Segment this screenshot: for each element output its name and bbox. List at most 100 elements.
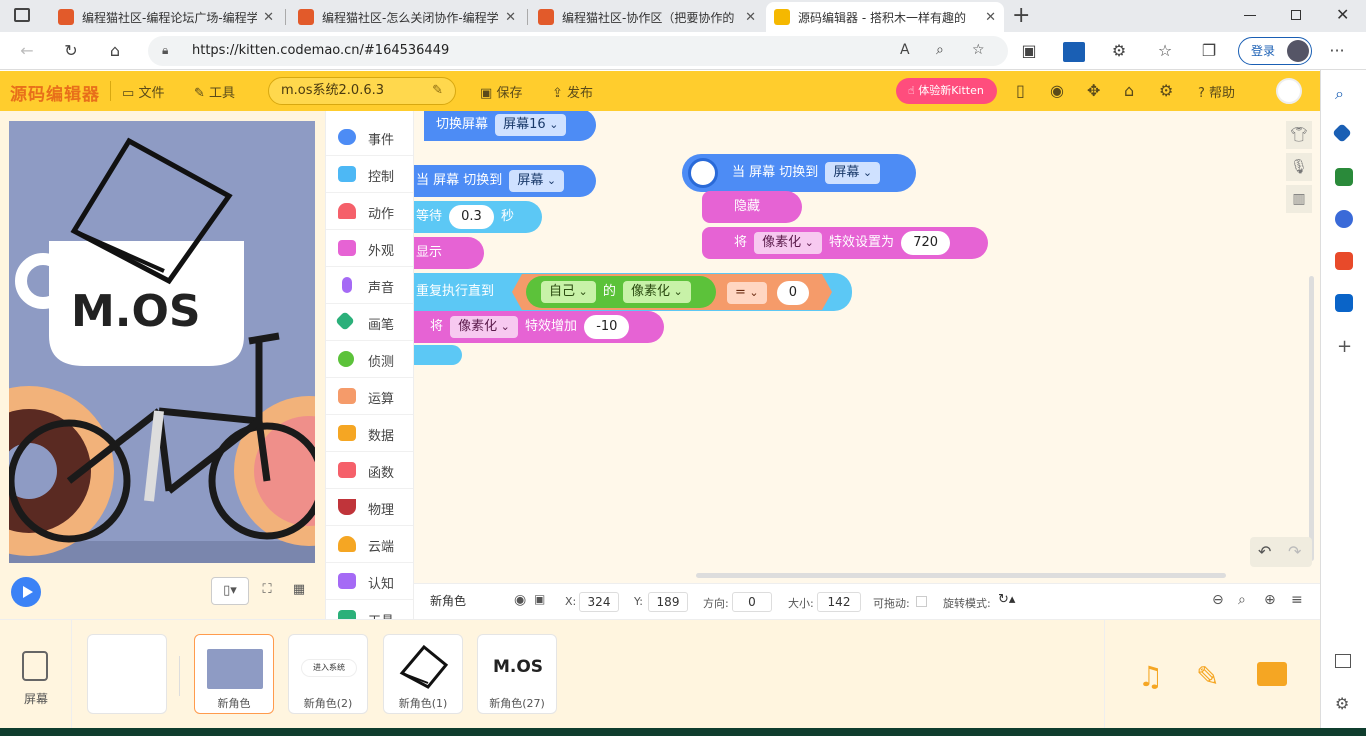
x-input[interactable]: 324 — [579, 592, 619, 612]
shopping-tag-icon[interactable] — [1332, 123, 1352, 143]
eye-icon[interactable]: ◉ — [1050, 81, 1064, 100]
browser-tab-2[interactable]: 编程猫社区-怎么关闭协作-编程学 ✕ — [290, 2, 524, 32]
favorites-icon[interactable]: ☆ — [1154, 40, 1176, 62]
device-icon[interactable]: ▯ — [1016, 81, 1025, 100]
home-icon[interactable]: ⌂ — [104, 40, 126, 62]
draggable-checkbox[interactable] — [916, 596, 927, 607]
try-new-kitten-button[interactable]: ☝︎ 体验新Kitten — [896, 78, 997, 104]
more-icon[interactable]: ··· — [1326, 40, 1348, 62]
stage-canvas[interactable]: M.OS — [9, 121, 315, 563]
increase-input[interactable]: -10 — [584, 314, 630, 339]
outlook-icon[interactable] — [1335, 294, 1353, 312]
switch-screen-block[interactable]: 切换屏幕 屏幕16 — [424, 111, 596, 141]
close-tab-icon[interactable]: ✕ — [505, 10, 516, 25]
games-icon[interactable] — [1335, 210, 1353, 228]
screen-panel[interactable]: 屏幕 — [0, 620, 72, 729]
category-sensing[interactable]: 侦测 — [326, 341, 413, 378]
music-icon[interactable]: ♫ — [1138, 660, 1163, 693]
rotation-mode-dropdown[interactable]: ↻▴ — [998, 592, 1015, 607]
sprite-item-1[interactable]: 新角色 — [194, 634, 274, 714]
visibility-eye-icon[interactable]: ◉ — [514, 592, 526, 608]
code-workspace[interactable]: 切换屏幕 屏幕16 当 屏幕 切换到 屏幕 等待 0.3 秒 显示 重复执行直到… — [414, 111, 1320, 583]
category-events[interactable]: 事件 — [326, 119, 413, 156]
category-operators[interactable]: 运算 — [326, 378, 413, 415]
save-button[interactable]: ▣ 保存 — [480, 82, 522, 101]
back-icon[interactable]: ← — [16, 40, 38, 62]
zoom-icon[interactable]: ⌕ — [936, 42, 944, 58]
office-icon[interactable] — [1335, 252, 1353, 270]
new-tab-button[interactable]: + — [1012, 3, 1030, 28]
close-tab-icon[interactable]: ✕ — [263, 10, 274, 25]
vertical-scrollbar[interactable] — [1309, 276, 1314, 561]
microphone-icon[interactable]: 🎙︎ — [1286, 153, 1312, 181]
sprite-item-blank[interactable] — [87, 634, 167, 714]
close-tab-icon[interactable]: ✕ — [745, 10, 756, 25]
browser-tab-3[interactable]: 编程猫社区-协作区（把要协作的 ✕ — [530, 2, 764, 32]
file-menu[interactable]: ▭ 文件 — [122, 82, 164, 101]
wait-block[interactable]: 等待 0.3 秒 — [414, 201, 542, 233]
minimize-icon[interactable] — [1244, 15, 1256, 16]
refresh-icon[interactable]: ↻ — [60, 40, 82, 62]
play-button[interactable] — [11, 577, 41, 607]
close-window-icon[interactable]: ✕ — [1336, 5, 1349, 24]
url-field[interactable]: 🔒︎ https://kitten.codemao.cn/#164536449 … — [148, 36, 1008, 66]
category-pen[interactable]: 画笔 — [326, 304, 413, 341]
object-dropdown[interactable]: 自己 — [541, 280, 596, 303]
sprite-item-4[interactable]: M.OS 新角色(27) — [477, 634, 557, 714]
costume-shirt-icon[interactable]: 👕︎ — [1286, 121, 1312, 149]
category-motion[interactable]: 动作 — [326, 193, 413, 230]
wait-input[interactable]: 0.3 — [449, 204, 494, 229]
screen-dropdown[interactable]: 屏幕 — [509, 169, 565, 192]
chart-icon[interactable]: ▥ — [1286, 185, 1312, 213]
category-looks[interactable]: 外观 — [326, 230, 413, 267]
compare-input[interactable]: 0 — [776, 280, 810, 305]
effect-dropdown[interactable]: 像素化 — [450, 315, 518, 338]
set-value-input[interactable]: 720 — [901, 230, 951, 255]
category-physics[interactable]: 物理 — [326, 489, 413, 526]
new-badge-icon[interactable] — [1063, 42, 1085, 62]
sprite-item-3[interactable]: 新角色(1) — [383, 634, 463, 714]
browser-tab-4-active[interactable]: 源码编辑器 - 搭积木一样有趣的 ✕ — [766, 2, 1004, 32]
category-data[interactable]: 数据 — [326, 415, 413, 452]
browser-tab-1[interactable]: 编程猫社区-编程论坛广场-编程学 ✕ — [50, 2, 282, 32]
pencil-icon[interactable]: ✎ — [1196, 660, 1219, 693]
self-property-block[interactable]: 自己 的 像素化 — [526, 276, 716, 308]
backpack-icon[interactable]: ⌂ — [1124, 81, 1134, 100]
help-button[interactable]: ? 帮助 — [1198, 82, 1235, 101]
category-cloud[interactable]: 云端 — [326, 526, 413, 563]
horizontal-scrollbar[interactable] — [696, 573, 1226, 578]
when-screen-switched-block[interactable]: 当 屏幕 切换到 屏幕 — [414, 165, 596, 197]
zoom-in-icon[interactable]: ⊕ — [1264, 592, 1276, 608]
fullscreen-icon[interactable]: ⛶ — [252, 577, 282, 605]
show-block[interactable]: 显示 — [414, 237, 484, 269]
restore-icon[interactable] — [1291, 10, 1301, 20]
media-icon[interactable]: ▣ — [1018, 40, 1040, 62]
category-cognition[interactable]: 认知 — [326, 563, 413, 600]
search-icon[interactable]: ⌕ — [1335, 84, 1344, 104]
zoom-reset-icon[interactable]: ⌕ — [1238, 592, 1246, 608]
sprite-name-field[interactable]: 新角色 — [424, 592, 512, 612]
extension-icon[interactable]: ✥ — [1087, 81, 1100, 100]
app-logo[interactable]: 源码编辑器 — [10, 80, 100, 105]
settings-gear-icon[interactable]: ⚙︎ — [1159, 81, 1173, 100]
device-mode-button[interactable]: ▯▾ — [211, 577, 249, 605]
add-icon[interactable]: + — [1337, 336, 1352, 357]
direction-input[interactable]: 0 — [732, 592, 772, 612]
add-folder-icon[interactable] — [1257, 662, 1287, 686]
close-tab-icon[interactable]: ✕ — [985, 10, 996, 25]
operator-dropdown[interactable]: = — [727, 281, 767, 304]
publish-button[interactable]: ⇪ 发布 — [552, 82, 593, 101]
menu-icon[interactable]: ≡ — [1291, 592, 1303, 608]
read-aloud-icon[interactable]: A — [900, 42, 910, 58]
category-functions[interactable]: 函数 — [326, 452, 413, 489]
screen-dropdown[interactable]: 屏幕 — [825, 161, 881, 184]
property-dropdown[interactable]: 像素化 — [623, 280, 691, 303]
y-input[interactable]: 189 — [648, 592, 688, 612]
category-sound[interactable]: 声音 — [326, 267, 413, 304]
sprite-item-2[interactable]: 进入系统 新角色(2) — [288, 634, 368, 714]
collections-icon[interactable]: ❐ — [1198, 40, 1220, 62]
project-name-field[interactable]: m.os系统2.0.6.3 ✎ — [268, 77, 456, 105]
screen-dropdown[interactable]: 屏幕16 — [495, 113, 567, 136]
undo-icon[interactable]: ↶ — [1258, 542, 1271, 561]
toolbox-icon[interactable] — [1335, 168, 1353, 186]
